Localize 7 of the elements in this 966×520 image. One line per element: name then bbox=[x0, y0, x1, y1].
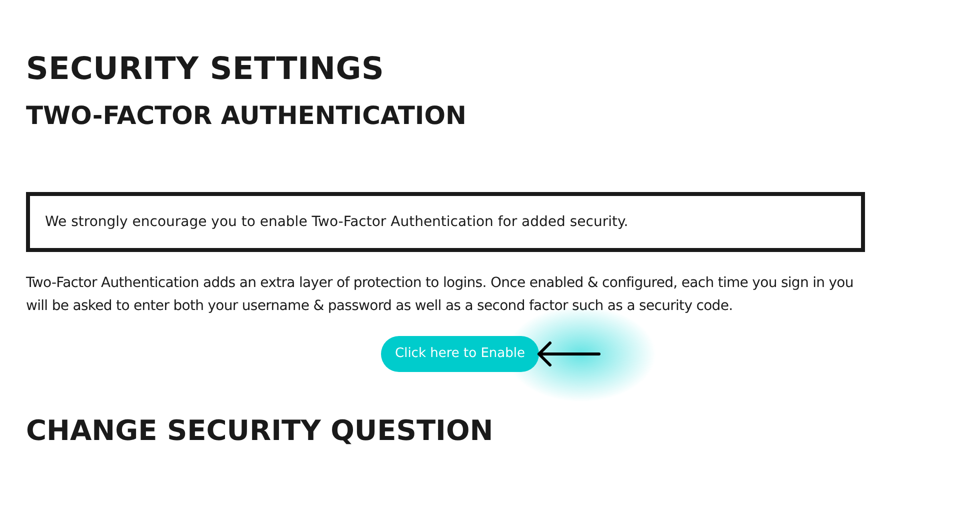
arrow-icon bbox=[535, 340, 601, 368]
enable-button[interactable]: Click here to Enable bbox=[381, 336, 539, 372]
page-title: SECURITY SETTINGS bbox=[26, 52, 386, 86]
section-heading: TWO-FACTOR AUTHENTICATION bbox=[26, 102, 468, 130]
description-text: Two-Factor Authentication adds an extra layer of protection to logins. Once enabled & configured, each time you sign in you will be asked to enter both your username & password as well as a second factor such as a security code. bbox=[26, 274, 854, 316]
notice-box: We strongly encourage you to enable Two-Factor Authentication for added security. bbox=[26, 192, 865, 252]
section-heading: CHANGE SECURITY QUESTION bbox=[26, 416, 494, 446]
